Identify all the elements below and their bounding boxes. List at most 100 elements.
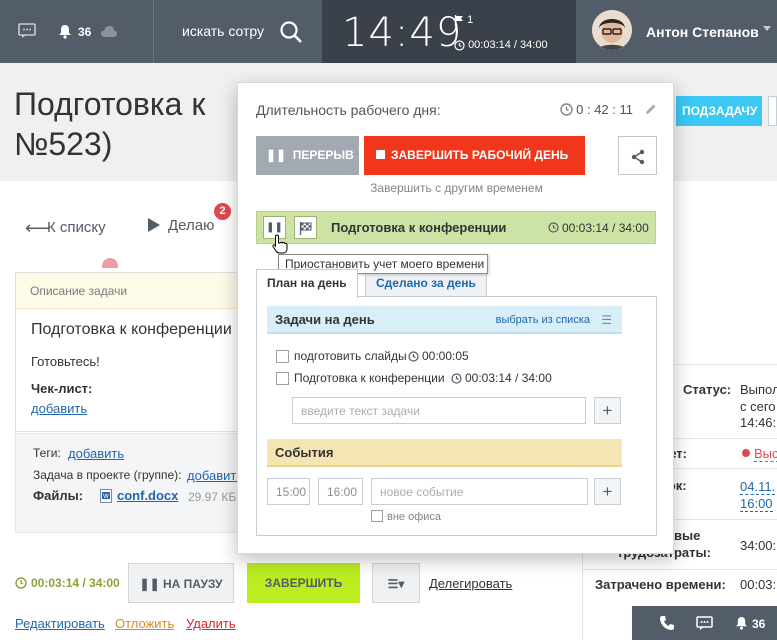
current-task-name[interactable]: Подготовка к конференции xyxy=(331,220,506,235)
description-header: Описание задачи xyxy=(16,273,239,309)
svg-text:W: W xyxy=(103,493,109,500)
clock-time[interactable]: 14:49 xyxy=(342,10,462,56)
add-subtask-button[interactable]: ПОДЗАДАЧУ xyxy=(676,96,762,126)
task-time: 00:03:14 / 34:00 xyxy=(465,371,552,385)
out-of-office-checkbox[interactable] xyxy=(371,510,383,522)
clock-timer[interactable]: 00:03:14 / 34:00 xyxy=(454,39,548,51)
priority-value[interactable]: Выс xyxy=(754,446,777,462)
flag-counter[interactable]: 1 xyxy=(454,14,473,26)
share-icon xyxy=(630,149,646,165)
page-title: Подготовка к №523) xyxy=(14,84,234,164)
cloud-icon[interactable] xyxy=(100,24,118,38)
add-task-button[interactable]: + xyxy=(594,397,621,424)
finish-button[interactable]: ЗАВЕРШИТЬ xyxy=(247,563,360,603)
events-section-header: События xyxy=(267,439,622,467)
pause-icon: ❚❚ xyxy=(266,148,287,162)
checklist-add-link[interactable]: добавить xyxy=(31,401,87,416)
user-block[interactable]: Антон Степанов xyxy=(576,0,777,63)
more-actions-button[interactable]: ☰▾ xyxy=(372,563,420,603)
bell-icon[interactable] xyxy=(735,616,748,630)
bell-icon[interactable] xyxy=(58,24,72,39)
tags-add-link[interactable]: добавить xyxy=(68,446,124,461)
project-label: Задача в проекте (группе): xyxy=(33,468,182,482)
choose-from-list-link[interactable]: выбрать из списка xyxy=(496,314,590,326)
pause-button[interactable]: ❚❚ НА ПАУЗУ xyxy=(128,563,234,603)
timer-value: 00:03:14 / 34:00 xyxy=(468,39,548,51)
avatar[interactable] xyxy=(592,10,632,50)
workday-popup: Длительность рабочего дня: 0 : 42 : 11 ❚… xyxy=(237,82,674,554)
file-icon: W xyxy=(100,489,112,503)
bottom-notifications-count[interactable]: 36 xyxy=(752,617,765,631)
notifications-count[interactable]: 36 xyxy=(78,25,91,39)
end-workday-button[interactable]: ЗАВЕРШИТЬ РАБОЧИЙ ДЕНЬ xyxy=(364,136,585,175)
event-start-input[interactable]: 15:00 xyxy=(267,478,310,505)
page-title-line1: Подготовка к xyxy=(14,86,206,122)
delegate-link[interactable]: Делегировать xyxy=(429,576,512,591)
new-event-input[interactable]: новое событие xyxy=(371,478,588,505)
back-to-list-link[interactable]: К списку xyxy=(47,219,106,236)
spent-value: 00:03: xyxy=(740,577,777,592)
checklist-label: Чек-лист: xyxy=(31,381,93,396)
deadline-time[interactable]: 16:00 xyxy=(740,496,773,512)
chat-icon[interactable] xyxy=(696,616,713,631)
pause-icon: ❚❚ xyxy=(139,577,163,591)
task-checkbox[interactable] xyxy=(276,372,289,385)
settings-icon-partial[interactable] xyxy=(768,96,777,126)
file-link[interactable]: conf.docx xyxy=(117,488,178,503)
clock-icon xyxy=(451,373,462,384)
chat-icon[interactable] xyxy=(18,23,36,39)
hidden-badge xyxy=(102,258,118,268)
search-icon[interactable] xyxy=(279,20,303,44)
task-timer: 00:03:14 / 34:00 xyxy=(31,576,120,590)
delete-link[interactable]: Удалить xyxy=(186,616,236,631)
top-bar: 36 искать сотру 14:49 1 00:03:14 / 34:00… xyxy=(0,0,777,63)
priority-dot xyxy=(742,449,750,457)
status-time: 14:46: xyxy=(740,415,777,430)
spent-label: Затрачено времени: xyxy=(595,577,726,592)
add-event-button[interactable]: + xyxy=(594,478,621,505)
clock-block[interactable]: 14:49 1 00:03:14 / 34:00 xyxy=(322,0,576,63)
planned-value: 34:00: xyxy=(740,538,777,553)
stop-icon xyxy=(376,150,385,159)
share-button[interactable] xyxy=(618,136,657,175)
tab-plan-for-day[interactable]: План на день xyxy=(256,269,358,298)
break-button[interactable]: ❚❚ ПЕРЕРЫВ xyxy=(256,136,359,175)
finish-other-time-link[interactable]: Завершить с другим временем xyxy=(238,181,675,195)
task-checkbox[interactable] xyxy=(276,350,289,363)
description-title: Подготовка к конференции xyxy=(31,321,232,338)
menu-icon: ☰▾ xyxy=(387,577,405,591)
defer-link[interactable]: Отложить xyxy=(115,616,174,631)
tasks-section-header: Задачи на день выбрать из списка ☰ xyxy=(267,306,622,334)
current-task-timer: 00:03:14 / 34:00 xyxy=(562,221,649,235)
edit-pencil-icon[interactable] xyxy=(645,103,657,115)
edit-link[interactable]: Редактировать xyxy=(15,616,105,631)
deadline-date[interactable]: 04.11. xyxy=(740,479,776,495)
hand-cursor-icon xyxy=(272,234,288,254)
search-input[interactable]: искать сотру xyxy=(182,23,264,39)
current-task-bar: ❚❚ Подготовка к конференции 00:03:14 / 3… xyxy=(256,211,656,244)
list-icon[interactable]: ☰ xyxy=(601,313,612,327)
list-item: подготовить слайды 00:00:05 xyxy=(276,349,636,367)
file-size: 29.97 КБ xyxy=(188,490,237,504)
in-progress-label[interactable]: Делаю xyxy=(168,217,214,234)
task-nav: ⟵ К списку Делаю 2 xyxy=(0,182,240,268)
task-name[interactable]: подготовить слайды xyxy=(294,349,407,363)
flag-count: 1 xyxy=(467,14,474,26)
task-actions: 00:03:14 / 34:00 ❚❚ НА ПАУЗУ ЗАВЕРШИТЬ ☰… xyxy=(15,560,580,640)
user-name[interactable]: Антон Степанов xyxy=(646,24,759,40)
chevron-down-icon[interactable] xyxy=(763,26,771,32)
page-title-line2: №523) xyxy=(14,126,113,162)
clock-icon xyxy=(454,39,465,51)
project-add-link[interactable]: добавить xyxy=(187,468,243,483)
task-meta: Теги: добавить Задача в проекте (группе)… xyxy=(15,433,243,533)
in-progress-badge: 2 xyxy=(214,203,231,220)
task-name[interactable]: Подготовка к конференции xyxy=(294,371,445,385)
play-icon xyxy=(148,218,160,232)
event-end-input[interactable]: 16:00 xyxy=(318,478,363,505)
status-value: Выпол xyxy=(740,382,777,397)
tags-label: Теги: xyxy=(33,446,61,460)
new-task-input[interactable]: введите текст задачи xyxy=(292,397,586,424)
files-label: Файлы: xyxy=(33,488,84,503)
phone-icon[interactable] xyxy=(659,615,675,631)
finish-flag-button[interactable] xyxy=(294,216,317,239)
